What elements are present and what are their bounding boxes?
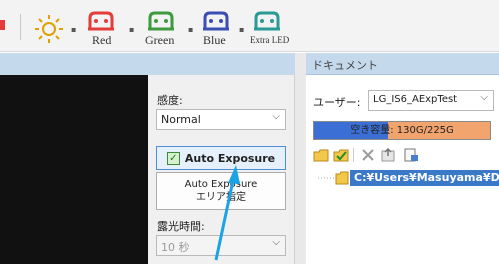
new-folder-icon[interactable] <box>313 148 329 162</box>
properties-icon[interactable] <box>403 148 419 162</box>
storage-usage-bar: 空き容量: 130G/225G <box>313 121 491 140</box>
green-led-icon[interactable] <box>146 10 176 32</box>
blue-label[interactable]: Blue <box>203 33 226 48</box>
image-preview[interactable] <box>0 75 148 264</box>
area-button-line2: エリア指定 <box>196 192 246 203</box>
red-led-icon[interactable] <box>86 10 116 32</box>
chevron-down-icon[interactable]: ▪ <box>71 25 76 34</box>
chevron-down-icon[interactable]: ▪ <box>188 25 193 34</box>
red-label[interactable]: Red <box>92 33 111 48</box>
tree-connector <box>318 177 334 179</box>
blue-led-icon[interactable] <box>201 10 231 32</box>
auto-exposure-area-button[interactable]: Auto Exposure エリア指定 <box>156 172 286 210</box>
chevron-down-icon[interactable]: ▪ <box>239 25 244 34</box>
extra-led-label[interactable]: Extra LED <box>250 35 289 45</box>
toolbar-separator <box>20 14 21 40</box>
auto-exposure-toggle[interactable]: ✓ Auto Exposure <box>156 146 286 170</box>
folder-up-icon[interactable] <box>380 148 396 162</box>
sensitivity-select[interactable]: Normal ⌵ <box>156 109 286 130</box>
brightness-icon[interactable] <box>32 12 66 46</box>
exposure-time-select[interactable]: 10 秒 ⌵ <box>156 235 286 256</box>
folder-path: C:¥Users¥Masuyama¥D <box>350 170 499 186</box>
area-button-line1: Auto Exposure <box>184 179 258 190</box>
image-view-header <box>0 53 148 75</box>
chevron-down-icon: ⌵ <box>272 111 280 122</box>
user-label: ユーザー: <box>313 96 361 109</box>
chevron-down-icon: ⌵ <box>480 92 488 103</box>
user-value: LG_IS6_AExpTest <box>373 94 458 105</box>
extra-led-icon[interactable] <box>252 10 282 32</box>
chevron-down-icon: ⌵ <box>272 237 280 248</box>
partial-led-icon[interactable] <box>0 18 8 32</box>
panel-splitter[interactable] <box>295 53 306 264</box>
toolbar-separator <box>353 148 354 162</box>
storage-usage-text: 空き容量: 130G/225G <box>350 125 454 136</box>
chevron-down-icon[interactable]: ▪ <box>129 25 134 34</box>
exposure-time-label: 露光時間: <box>157 220 205 233</box>
checkbox-checked-icon: ✓ <box>166 151 180 165</box>
check-folder-icon[interactable] <box>333 148 349 162</box>
sensitivity-value: Normal <box>161 113 201 126</box>
folder-tree-item[interactable]: C:¥Users¥Masuyama¥D <box>318 170 499 186</box>
exposure-time-value: 10 秒 <box>161 241 190 254</box>
toolbar: ▪ Red ▪ Green ▪ Blue ▪ Extra LED <box>0 0 499 52</box>
document-panel-header: ドキュメント <box>306 53 499 75</box>
user-select[interactable]: LG_IS6_AExpTest ⌵ <box>368 90 494 111</box>
delete-icon[interactable] <box>360 148 376 162</box>
green-label[interactable]: Green <box>145 33 174 48</box>
document-panel-title: ドキュメント <box>312 59 378 72</box>
panel-header <box>148 53 295 75</box>
auto-exposure-label: Auto Exposure <box>184 151 276 165</box>
sensitivity-label: 感度: <box>157 94 183 107</box>
folder-icon <box>335 171 349 185</box>
